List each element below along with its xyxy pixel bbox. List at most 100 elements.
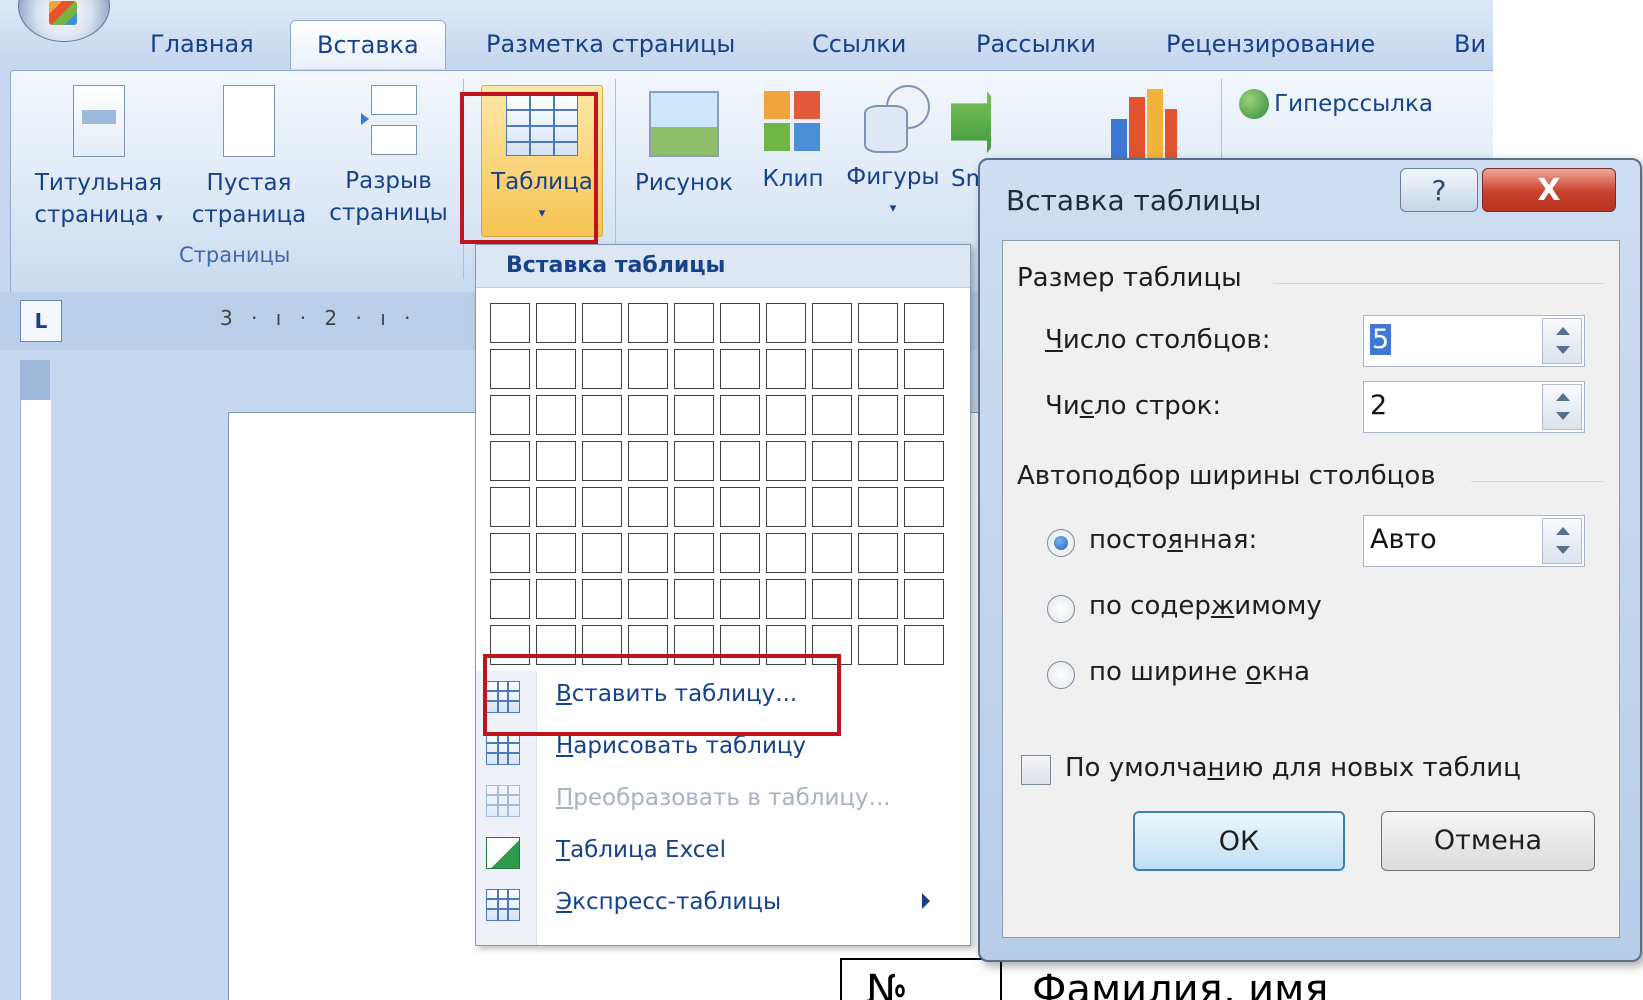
grid-cell[interactable] xyxy=(536,441,576,481)
table-size-grid[interactable] xyxy=(490,303,944,665)
spin-down-icon[interactable] xyxy=(1556,412,1570,420)
grid-cell[interactable] xyxy=(858,579,898,619)
grid-cell[interactable] xyxy=(674,579,714,619)
grid-cell[interactable] xyxy=(490,579,530,619)
grid-cell[interactable] xyxy=(536,303,576,343)
columns-value[interactable]: 5 xyxy=(1370,324,1392,355)
grid-cell[interactable] xyxy=(582,303,622,343)
grid-cell[interactable] xyxy=(766,303,806,343)
grid-cell[interactable] xyxy=(858,625,898,665)
grid-cell[interactable] xyxy=(536,533,576,573)
grid-cell[interactable] xyxy=(904,349,944,389)
grid-cell[interactable] xyxy=(904,579,944,619)
fixed-width-spinner[interactable]: Авто xyxy=(1363,515,1585,567)
tab-mailings[interactable]: Рассылки xyxy=(976,30,1096,58)
grid-cell[interactable] xyxy=(628,487,668,527)
spin-up-icon[interactable] xyxy=(1556,527,1570,535)
cancel-button[interactable]: Отмена xyxy=(1381,811,1595,871)
clip-art-button[interactable]: Клип xyxy=(753,85,833,195)
close-button[interactable]: X xyxy=(1482,168,1616,212)
autofit-window-radio[interactable] xyxy=(1047,661,1075,689)
grid-cell[interactable] xyxy=(720,441,760,481)
grid-cell[interactable] xyxy=(720,349,760,389)
autofit-window-label[interactable]: по ширине окна xyxy=(1089,657,1310,687)
grid-cell[interactable] xyxy=(628,303,668,343)
grid-cell[interactable] xyxy=(766,487,806,527)
default-new-tables-checkbox[interactable] xyxy=(1021,755,1051,785)
grid-cell[interactable] xyxy=(628,441,668,481)
grid-cell[interactable] xyxy=(674,441,714,481)
grid-cell[interactable] xyxy=(490,303,530,343)
blank-page-button[interactable]: Пустая страница xyxy=(189,85,309,231)
grid-cell[interactable] xyxy=(858,533,898,573)
grid-cell[interactable] xyxy=(812,533,852,573)
grid-cell[interactable] xyxy=(720,533,760,573)
fixed-width-value[interactable]: Авто xyxy=(1370,524,1437,555)
grid-cell[interactable] xyxy=(904,487,944,527)
rows-value[interactable]: 2 xyxy=(1370,390,1387,421)
page-break-button[interactable]: Разрыв страницы xyxy=(321,85,456,229)
grid-cell[interactable] xyxy=(628,533,668,573)
grid-cell[interactable] xyxy=(766,533,806,573)
document-table-cell[interactable]: № xyxy=(840,958,1000,1000)
autofit-content-label[interactable]: по содержимому xyxy=(1089,591,1322,621)
document-table-cell[interactable]: Фамилия, имя xyxy=(1000,958,1493,1000)
grid-cell[interactable] xyxy=(536,487,576,527)
spin-down-icon[interactable] xyxy=(1556,546,1570,554)
grid-cell[interactable] xyxy=(582,395,622,435)
grid-cell[interactable] xyxy=(490,441,530,481)
ok-button[interactable]: ОК xyxy=(1133,811,1345,871)
grid-cell[interactable] xyxy=(674,395,714,435)
rows-spin-arrows[interactable] xyxy=(1542,384,1582,430)
grid-cell[interactable] xyxy=(628,395,668,435)
grid-cell[interactable] xyxy=(904,303,944,343)
grid-cell[interactable] xyxy=(490,395,530,435)
spin-up-icon[interactable] xyxy=(1556,393,1570,401)
grid-cell[interactable] xyxy=(766,395,806,435)
tab-insert[interactable]: Вставка xyxy=(290,20,446,69)
grid-cell[interactable] xyxy=(812,487,852,527)
fixed-width-label[interactable]: постоянная: xyxy=(1089,525,1257,555)
grid-cell[interactable] xyxy=(674,303,714,343)
shapes-button[interactable]: Фигуры ▾ xyxy=(843,85,943,225)
grid-cell[interactable] xyxy=(628,579,668,619)
grid-cell[interactable] xyxy=(766,349,806,389)
spin-up-icon[interactable] xyxy=(1556,327,1570,335)
grid-cell[interactable] xyxy=(674,487,714,527)
tab-page-layout[interactable]: Разметка страницы xyxy=(486,30,735,58)
grid-cell[interactable] xyxy=(904,533,944,573)
autofit-content-radio[interactable] xyxy=(1047,595,1075,623)
grid-cell[interactable] xyxy=(582,441,622,481)
default-new-tables-label[interactable]: По умолчанию для новых таблиц xyxy=(1065,753,1521,783)
grid-cell[interactable] xyxy=(858,349,898,389)
grid-cell[interactable] xyxy=(628,349,668,389)
grid-cell[interactable] xyxy=(812,349,852,389)
grid-cell[interactable] xyxy=(582,349,622,389)
grid-cell[interactable] xyxy=(904,441,944,481)
grid-cell[interactable] xyxy=(766,579,806,619)
menu-item-quick-tables[interactable]: Экспресс-таблицы xyxy=(486,879,970,931)
hyperlink-button[interactable]: Гиперссылка xyxy=(1239,89,1433,129)
cover-page-button[interactable]: Титульная страница ▾ xyxy=(31,85,166,235)
grid-cell[interactable] xyxy=(674,533,714,573)
fixed-width-radio[interactable] xyxy=(1047,529,1075,557)
grid-cell[interactable] xyxy=(858,303,898,343)
help-button[interactable]: ? xyxy=(1400,168,1478,212)
grid-cell[interactable] xyxy=(674,349,714,389)
columns-spin-arrows[interactable] xyxy=(1542,318,1582,364)
grid-cell[interactable] xyxy=(812,579,852,619)
fixed-width-spin-arrows[interactable] xyxy=(1542,518,1582,564)
grid-cell[interactable] xyxy=(490,349,530,389)
columns-spinner[interactable]: 5 xyxy=(1363,315,1585,367)
grid-cell[interactable] xyxy=(720,579,760,619)
tab-selector[interactable]: L xyxy=(20,300,62,342)
tab-review[interactable]: Рецензирование xyxy=(1166,30,1375,58)
picture-button[interactable]: Рисунок xyxy=(629,85,739,199)
grid-cell[interactable] xyxy=(536,579,576,619)
spin-down-icon[interactable] xyxy=(1556,346,1570,354)
grid-cell[interactable] xyxy=(812,303,852,343)
grid-cell[interactable] xyxy=(490,533,530,573)
tab-view[interactable]: Ви xyxy=(1454,30,1486,58)
grid-cell[interactable] xyxy=(720,487,760,527)
grid-cell[interactable] xyxy=(858,487,898,527)
